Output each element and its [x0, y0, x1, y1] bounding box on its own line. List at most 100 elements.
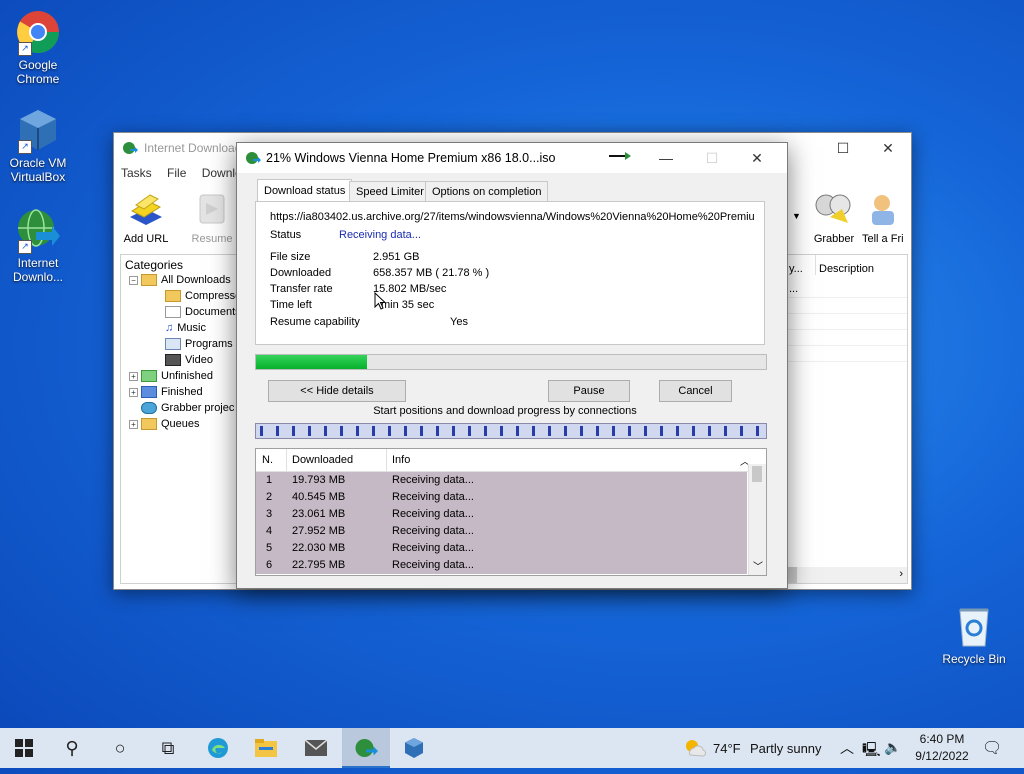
unfinished-folder-icon: [141, 370, 157, 383]
taskbar-edge[interactable]: [194, 728, 242, 768]
resume-button[interactable]: Resume: [182, 189, 242, 245]
tree-item-documents[interactable]: Documents: [165, 306, 241, 319]
connections-progress-bar: [255, 423, 767, 439]
taskbar-mail[interactable]: [292, 728, 340, 768]
desktop-icon-virtualbox[interactable]: ↗ Oracle VM VirtualBox: [0, 106, 76, 184]
connection-segment-marker: [580, 426, 583, 436]
table-row[interactable]: 3 23.061 MB Receiving data...: [256, 506, 747, 523]
connection-number: 3: [266, 508, 273, 520]
connection-segment-marker: [324, 426, 327, 436]
start-button[interactable]: [0, 728, 48, 768]
column-header-number[interactable]: N.: [262, 454, 273, 466]
connection-segment-marker: [372, 426, 375, 436]
dialog-titlebar[interactable]: 21% Windows Vienna Home Premium x86 18.0…: [237, 143, 787, 173]
downloads-list-panel[interactable]: y... Description ... ›: [786, 254, 908, 584]
shortcut-arrow-icon: ↗: [18, 140, 32, 154]
menu-file[interactable]: File: [167, 166, 186, 180]
tab-options-on-completion[interactable]: Options on completion: [425, 181, 549, 203]
tab-speed-limiter[interactable]: Speed Limiter: [349, 181, 431, 203]
hide-details-button[interactable]: << Hide details: [268, 380, 406, 402]
pause-button[interactable]: Pause: [548, 380, 630, 402]
cancel-button[interactable]: Cancel: [659, 380, 732, 402]
grabber-button[interactable]: Grabber: [804, 189, 864, 245]
column-header-fragment[interactable]: y...: [789, 263, 803, 275]
connection-segment-marker: [276, 426, 279, 436]
table-row[interactable]: 4 27.952 MB Receiving data...: [256, 523, 747, 540]
connection-segment-marker: [356, 426, 359, 436]
taskbar-idm[interactable]: [342, 728, 390, 768]
volume-muted-icon[interactable]: 🔈: [884, 739, 901, 756]
tell-friend-button[interactable]: Tell a Fri: [862, 189, 910, 245]
table-row[interactable]: 6 22.795 MB Receiving data...: [256, 557, 747, 574]
maximize-button[interactable]: ☐: [820, 133, 866, 163]
connection-segment-marker: [340, 426, 343, 436]
desktop-icon-recycle-bin[interactable]: Recycle Bin: [936, 602, 1012, 666]
idm-app-icon: [245, 150, 261, 169]
chevron-up-icon[interactable]: ︿: [840, 738, 854, 758]
chrome-icon: ↗: [14, 8, 62, 56]
expand-icon[interactable]: +: [129, 371, 138, 381]
column-header-downloaded[interactable]: Downloaded: [292, 454, 353, 466]
scroll-down-icon[interactable]: ﹀: [753, 558, 763, 573]
categories-panel[interactable]: Categories − All Downloads Compresse Docu…: [120, 254, 242, 584]
cortana-button[interactable]: ○: [96, 728, 144, 768]
taskbar-file-explorer[interactable]: [242, 728, 290, 768]
close-button[interactable]: ✕: [734, 143, 780, 173]
column-header-info[interactable]: Info: [392, 454, 410, 466]
tree-item-grabber-projects[interactable]: Grabber projec: [141, 402, 234, 415]
expand-icon[interactable]: +: [129, 387, 138, 397]
tree-item-programs[interactable]: Programs: [165, 338, 233, 351]
tree-item-music[interactable]: ♫ Music: [165, 322, 206, 334]
taskbar-virtualbox[interactable]: [390, 728, 438, 768]
table-row[interactable]: 2 40.545 MB Receiving data...: [256, 489, 747, 506]
search-button[interactable]: ⚲: [48, 728, 96, 768]
maximize-button[interactable]: ☐: [689, 143, 735, 173]
download-progress-dialog[interactable]: 21% Windows Vienna Home Premium x86 18.0…: [236, 142, 788, 589]
clock-time[interactable]: 6:40 PM: [918, 732, 966, 746]
scroll-thumb[interactable]: [752, 466, 762, 482]
vertical-scrollbar[interactable]: ﹀: [748, 464, 766, 575]
table-row[interactable]: 5 22.030 MB Receiving data...: [256, 540, 747, 557]
connection-segment-marker: [708, 426, 711, 436]
tree-item-compressed[interactable]: Compresse: [165, 290, 241, 303]
tree-item-video[interactable]: Video: [165, 354, 213, 367]
connection-number: 1: [266, 474, 273, 486]
scroll-right-icon[interactable]: ›: [899, 568, 903, 580]
close-button[interactable]: ✕: [865, 133, 911, 163]
tree-item-queues[interactable]: + Queues: [129, 418, 200, 431]
task-view-button[interactable]: ⧉: [144, 728, 192, 768]
list-cell-fragment: ...: [789, 283, 799, 295]
resume-capability-value: Yes: [450, 316, 468, 328]
horizontal-scrollbar[interactable]: ›: [787, 567, 907, 583]
add-url-button[interactable]: Add URL: [116, 189, 176, 245]
weather-description[interactable]: Partly sunny: [750, 741, 822, 756]
desktop-icon-idm[interactable]: ↗ Internet Downlo...: [0, 206, 76, 284]
collapse-icon[interactable]: −: [129, 275, 138, 285]
mail-icon: [304, 739, 328, 756]
expand-icon[interactable]: +: [129, 419, 138, 429]
table-row[interactable]: 1 19.793 MB Receiving data...: [256, 472, 747, 489]
connections-list[interactable]: N. Downloaded Info ︿ 1 19.793 MB Receiving…: [255, 448, 767, 576]
weather-temperature[interactable]: 74°F: [713, 741, 741, 756]
connection-downloaded: 27.952 MB: [292, 525, 346, 537]
column-header-description[interactable]: Description: [819, 263, 874, 275]
dropdown-arrow-icon[interactable]: ▼: [792, 211, 801, 221]
connection-info: Receiving data...: [392, 559, 474, 571]
tree-item-unfinished[interactable]: + Unfinished: [129, 370, 213, 383]
network-icon[interactable]: 🖳: [862, 739, 881, 763]
weather-partly-sunny-icon[interactable]: [682, 737, 707, 762]
tree-item-all-downloads[interactable]: − All Downloads: [129, 274, 231, 287]
idm-menubar: Tasks File Downlo: [121, 166, 254, 180]
shortcut-arrow-icon: ↗: [18, 240, 32, 254]
minimize-button[interactable]: —: [643, 143, 689, 173]
notifications-icon[interactable]: 🗨: [982, 738, 1002, 758]
menu-tasks[interactable]: Tasks: [121, 166, 152, 180]
file-size-label: File size: [270, 251, 311, 263]
clock-date[interactable]: 9/12/2022: [910, 749, 974, 763]
desktop-icon-label: Oracle VM VirtualBox: [9, 156, 67, 184]
desktop-icon-chrome[interactable]: ↗ Google Chrome: [0, 8, 76, 86]
time-left-label: Time left: [270, 299, 312, 311]
tree-item-finished[interactable]: + Finished: [129, 386, 203, 399]
desktop-icon-label: Internet Downlo...: [12, 256, 64, 284]
downloaded-value: 658.357 MB ( 21.78 % ): [373, 267, 490, 279]
